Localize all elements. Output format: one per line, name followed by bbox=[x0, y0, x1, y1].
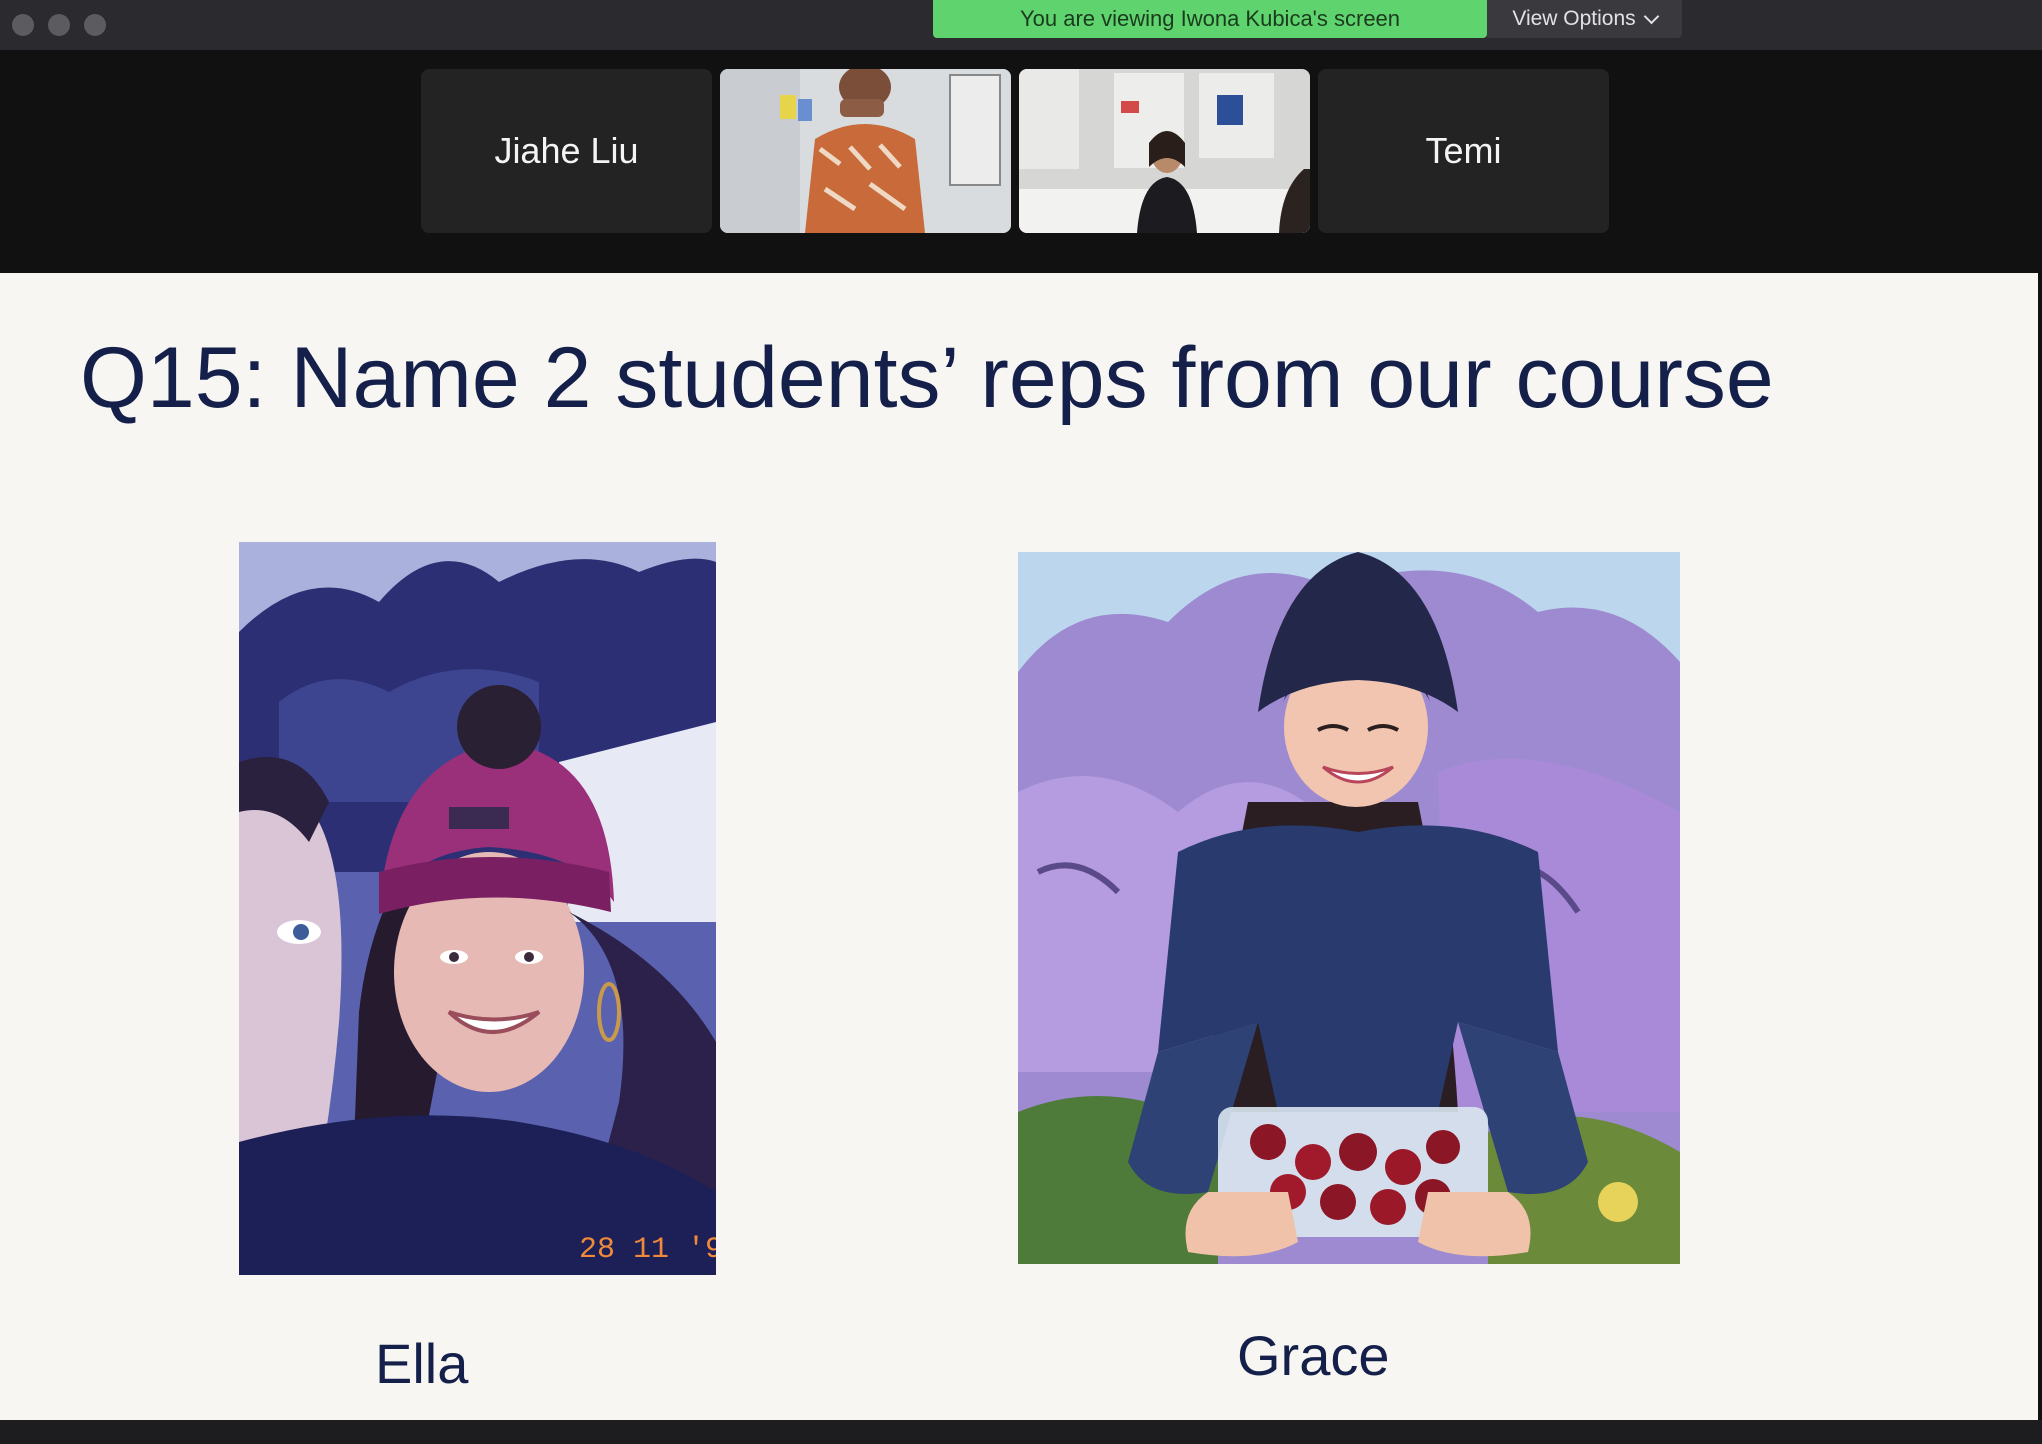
participant-video bbox=[720, 69, 1011, 233]
participant-tile[interactable]: Temi bbox=[1318, 69, 1609, 233]
chevron-down-icon bbox=[1643, 8, 1659, 24]
participant-video bbox=[1019, 69, 1310, 233]
participant-tile[interactable]: Jiahe Liu bbox=[421, 69, 712, 233]
minimize-window-icon[interactable] bbox=[48, 14, 70, 36]
slide-title: Q15: Name 2 students’ reps from our cour… bbox=[80, 330, 1774, 426]
screen-share-banner: You are viewing Iwona Kubica's screen bbox=[933, 0, 1487, 38]
student-photo-ella: 28 11 '9 bbox=[239, 542, 716, 1275]
window-edge bbox=[2038, 273, 2042, 1420]
participant-name: Jiahe Liu bbox=[494, 130, 639, 171]
student-photo-grace bbox=[1018, 552, 1680, 1264]
participant-tile-active-speaker[interactable] bbox=[720, 69, 1011, 233]
participant-tile[interactable] bbox=[1019, 69, 1310, 233]
caption-ella: Ella bbox=[375, 1332, 469, 1395]
photo-date-stamp: 28 11 '9 bbox=[579, 1233, 716, 1267]
caption-grace: Grace bbox=[1237, 1324, 1390, 1387]
zoom-window-icon[interactable] bbox=[84, 14, 106, 36]
participant-name: Temi bbox=[1425, 130, 1502, 171]
participant-gallery: Jiahe Liu Temi bbox=[0, 50, 2042, 273]
window-bottom-edge bbox=[0, 1420, 2042, 1444]
view-options-button[interactable]: View Options bbox=[1487, 0, 1682, 38]
close-window-icon[interactable] bbox=[12, 14, 34, 36]
shared-screen-slide: Q15: Name 2 students’ reps from our cour… bbox=[0, 273, 2038, 1420]
view-options-label: View Options bbox=[1512, 7, 1636, 30]
